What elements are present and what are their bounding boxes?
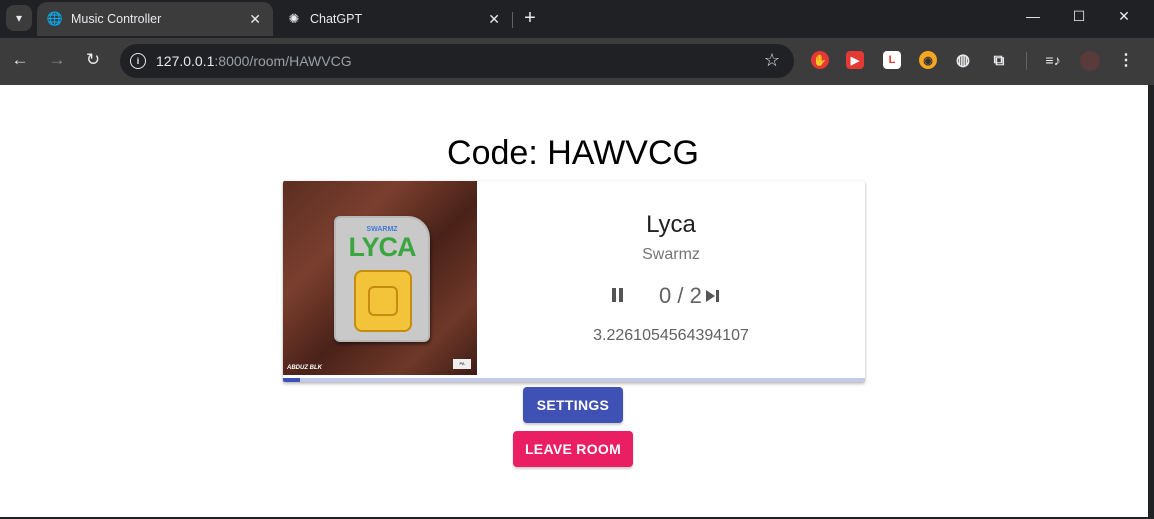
sim-chip-icon: [354, 270, 412, 332]
close-icon[interactable]: ✕: [488, 11, 500, 28]
close-icon[interactable]: ✕: [249, 11, 261, 28]
owl-ext-icon[interactable]: ◉: [919, 51, 937, 69]
pause-button[interactable]: [611, 288, 625, 304]
pause-icon: [612, 288, 616, 302]
adblock-icon[interactable]: ✋: [811, 51, 829, 69]
room-code-title: Code: HAWVCG: [447, 134, 699, 172]
youtube-ext-icon[interactable]: ▶: [846, 51, 864, 69]
reload-icon[interactable]: ↻: [81, 50, 105, 70]
song-title: Lyca: [646, 211, 696, 238]
playback-controls: 0 / 2: [477, 280, 865, 312]
maximize-icon[interactable]: ☐: [1069, 8, 1089, 25]
tab-title: ChatGPT: [310, 12, 363, 26]
browser-chrome: ▾ 🌐 Music Controller ✕ ✺ ChatGPT ✕ + — ☐…: [0, 0, 1154, 85]
album-footer: ABDUZ BLK: [287, 365, 322, 371]
tab-separator: [512, 12, 513, 28]
forward-icon[interactable]: →: [45, 50, 69, 70]
toolbar-separator: [1026, 52, 1027, 70]
media-control-icon[interactable]: ≡♪: [1044, 51, 1062, 69]
chatgpt-icon: ✺: [288, 11, 300, 26]
globe-icon: 🌐: [46, 11, 64, 26]
bookmark-star-icon[interactable]: ☆: [764, 50, 780, 71]
minimize-icon[interactable]: —: [1023, 8, 1043, 24]
address-bar[interactable]: i 127.0.0.1:8000/room/HAWVCG ☆: [120, 44, 794, 78]
song-progress-fill: [283, 378, 301, 382]
leave-room-button[interactable]: LEAVE ROOM: [513, 431, 633, 467]
extensions-puzzle-icon[interactable]: ⧉: [990, 51, 1008, 69]
new-tab-button[interactable]: +: [520, 7, 540, 30]
skip-next-button[interactable]: [706, 289, 722, 303]
album-title: LYCA: [348, 232, 416, 262]
skip-votes: 0 / 2: [659, 283, 702, 308]
menu-kebab-icon[interactable]: ⋮: [1117, 51, 1135, 69]
url-host: 127.0.0.1: [156, 53, 215, 69]
skip-next-icon-bar: [716, 290, 719, 302]
url-text[interactable]: 127.0.0.1:8000/room/HAWVCG: [156, 53, 352, 69]
window-edge: [1148, 85, 1154, 519]
url-path: :8000/room/HAWVCG: [214, 53, 352, 69]
parental-advisory-icon: PA: [453, 359, 471, 369]
skip-next-icon: [706, 290, 715, 302]
settings-button[interactable]: SETTINGS: [523, 387, 623, 423]
toolbar: ← → ↻ i 127.0.0.1:8000/room/HAWVCG ☆ ✋ ▶…: [0, 38, 1154, 85]
music-player-card: SWARMZ LYCA ABDUZ BLK PA Lyca Swarmz 0 /…: [283, 181, 865, 382]
tab-title: Music Controller: [71, 12, 162, 26]
avatar[interactable]: [1080, 51, 1100, 71]
tab-search-button[interactable]: ▾: [6, 5, 32, 31]
tab-music-controller[interactable]: 🌐 Music Controller ✕: [37, 2, 273, 36]
tab-bar: ▾ 🌐 Music Controller ✕ ✺ ChatGPT ✕ + — ☐…: [0, 0, 1154, 38]
album-cover: SWARMZ LYCA ABDUZ BLK PA: [283, 181, 477, 375]
song-progress-bar: [283, 378, 865, 382]
song-artist: Swarmz: [642, 246, 700, 263]
elapsed-time: 3.2261054564394107: [593, 327, 749, 344]
pause-icon-bar: [619, 288, 623, 302]
globe-ext-icon[interactable]: ◍: [954, 51, 972, 69]
back-icon[interactable]: ←: [8, 50, 32, 70]
window-close-icon[interactable]: ✕: [1114, 8, 1134, 25]
sim-card-art: SWARMZ LYCA: [334, 216, 430, 342]
site-info-icon[interactable]: i: [130, 53, 146, 69]
l-ext-icon[interactable]: L: [883, 51, 901, 69]
chevron-down-icon: ▾: [15, 11, 23, 25]
tab-chatgpt[interactable]: ✺ ChatGPT ✕: [276, 2, 512, 36]
